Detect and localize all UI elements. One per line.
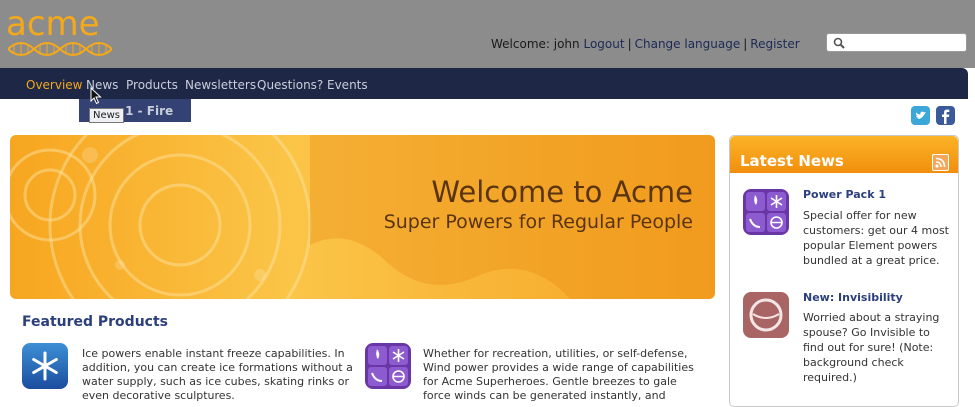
latest-news-panel: Latest News Power Pack 1 Special offer f…	[729, 135, 959, 407]
invisibility-icon[interactable]	[743, 292, 789, 338]
latest-news-title: Latest News	[740, 152, 844, 170]
welcome-label: Welcome: john	[491, 37, 580, 51]
facebook-icon[interactable]	[936, 106, 955, 125]
nav-events[interactable]: Events	[327, 78, 368, 92]
search-icon	[833, 37, 845, 49]
nav-products[interactable]: Products	[126, 78, 178, 92]
change-language-link[interactable]: Change language	[635, 37, 741, 51]
nav-tooltip: News	[89, 108, 125, 123]
latest-news-header: Latest News	[730, 136, 958, 173]
dna-helix-icon	[8, 42, 112, 56]
element-powers-icon[interactable]	[365, 343, 411, 389]
hero-banner: Welcome to Acme Super Powers for Regular…	[10, 135, 715, 299]
rss-icon[interactable]	[932, 154, 949, 171]
snowflake-icon[interactable]	[22, 343, 68, 389]
banner-title: Welcome to Acme	[431, 175, 693, 209]
register-link[interactable]: Register	[750, 37, 799, 51]
main-nav: Overview News Products Newsletters Quest…	[0, 68, 968, 99]
news-item-title[interactable]: Power Pack 1	[803, 188, 886, 201]
news-item-text: Worried about a straying spouse? Go Invi…	[803, 311, 940, 384]
featured-products-title: Featured Products	[22, 314, 168, 330]
banner-subtitle: Super Powers for Regular People	[383, 211, 693, 233]
header-bar: acme Welcome: john Logout | Change languag…	[0, 0, 975, 68]
element-powers-icon[interactable]	[743, 189, 789, 235]
news-item-text: Special offer for new customers: get our…	[803, 209, 949, 267]
twitter-icon[interactable]	[911, 106, 930, 125]
nav-overview[interactable]: Overview	[26, 78, 83, 92]
acme-logo[interactable]: acme	[6, 4, 116, 60]
news-item-title[interactable]: New: Invisibility	[803, 291, 903, 304]
nav-newsletters[interactable]: Newsletters	[185, 78, 256, 92]
logout-link[interactable]: Logout	[583, 37, 624, 51]
mouse-cursor-icon	[90, 87, 102, 105]
user-welcome: Welcome: john Logout | Change language | Reg…	[491, 37, 800, 51]
logo-text: acme	[6, 4, 100, 44]
product-description-ice: Ice powers enable instant freeze capabil…	[82, 347, 353, 402]
search-input[interactable]	[826, 33, 967, 52]
nav-questions[interactable]: Questions?	[257, 78, 323, 92]
product-description-wind: Whether for recreation, utilities, or se…	[423, 347, 694, 402]
